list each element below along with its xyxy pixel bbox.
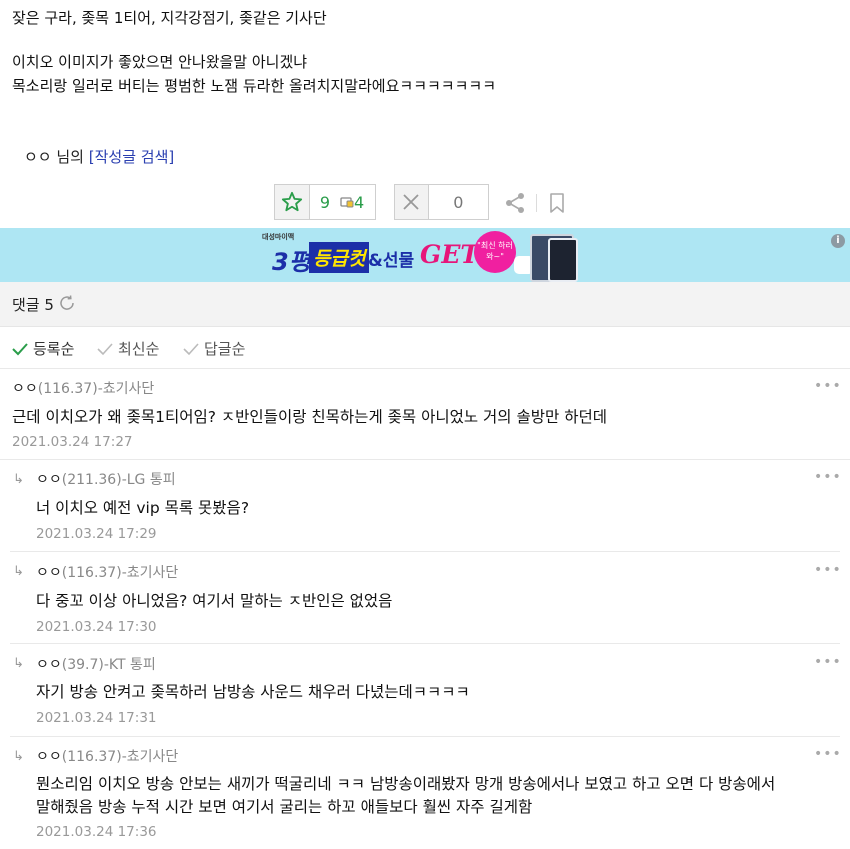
banner-gift: &선물 [368, 251, 415, 271]
downvote-count: 0 [453, 192, 464, 212]
bookmark-icon[interactable] [548, 192, 566, 218]
comment-nick[interactable]: ㅇㅇ [36, 472, 62, 488]
more-icon[interactable]: ••• [814, 654, 842, 670]
check-icon [183, 342, 199, 355]
comment-date: 2021.03.24 17:27 [12, 434, 133, 450]
author-search-link[interactable]: [작성글 검색] [89, 148, 174, 166]
comment-meta: ㅇㅇ(116.37)-쵸기사단 [36, 746, 178, 766]
comment-nick[interactable]: ㅇㅇ [36, 657, 62, 673]
ad-banner[interactable]: 대성마이맥 3평 등급컷 &선물 GET! "최신 하러 와~" i [0, 228, 850, 282]
comment-date: 2021.03.24 17:31 [36, 710, 157, 726]
banner-number: 3평 [272, 248, 311, 276]
reply-arrow-icon: ↳ [13, 472, 24, 487]
divider [10, 643, 840, 644]
divider [0, 368, 850, 369]
check-icon [97, 342, 113, 355]
comment-meta: ㅇㅇ(211.36)-LG 통피 [36, 469, 176, 489]
sort-registered[interactable]: 등록순 [12, 338, 74, 359]
comment-text: 자기 방송 안켜고 좆목하러 남방송 사운드 채우러 다녔는데ㅋㅋㅋㅋ [36, 683, 470, 701]
post-line: 이치오 이미지가 좋았으면 안나왔을말 아니겠냐 [12, 53, 308, 71]
comment-text: 근데 이치오가 왜 좆목1티어임? ㅈ반인들이랑 친목하는게 좆목 아니었노 거… [12, 408, 607, 426]
star-thumb-icon [275, 185, 310, 219]
comment-nick[interactable]: ㅇㅇ [12, 381, 38, 397]
divider [0, 459, 850, 460]
comment-nick[interactable]: ㅇㅇ [36, 749, 62, 765]
upvote-count: 9 [319, 192, 331, 212]
divider [10, 736, 840, 737]
author-line: ㅇㅇ 님의 [작성글 검색] [24, 146, 174, 167]
comment-meta: ㅇㅇ(116.37)-쵸기사단 [12, 378, 154, 398]
banner-grade-cut: 등급컷 [309, 242, 370, 273]
divider [536, 194, 537, 212]
comment-ip: (116.37) [61, 749, 122, 765]
comment-tag: -쵸기사단 [121, 749, 179, 765]
more-icon[interactable]: ••• [814, 469, 842, 485]
post-line: 잦은 구라, 좆목 1티어, 지각강점기, 좆같은 기사단 [12, 9, 327, 27]
mobile-upvote: 4 [340, 193, 372, 212]
more-icon[interactable]: ••• [814, 746, 842, 762]
sort-label: 최신순 [118, 340, 160, 358]
banner-brand: 대성마이맥 [262, 233, 295, 241]
comment-text-line2: 말해줬음 방송 누적 시간 보면 여기서 굴리는 하꼬 애들보다 훨씬 자주 길… [36, 798, 533, 816]
downvote-button[interactable]: 0 [394, 184, 489, 220]
upvote-button[interactable]: 9 4 [274, 184, 376, 220]
x-icon [395, 185, 429, 219]
post-body: 잦은 구라, 좆목 1티어, 지각강점기, 좆같은 기사단 이치오 이미지가 좋… [12, 6, 496, 98]
comment-ip: (116.37) [37, 381, 98, 397]
comment-tag: -쵸기사단 [121, 565, 179, 581]
sort-label: 등록순 [33, 340, 75, 358]
comment-tag: -KT 통피 [103, 657, 156, 673]
comment-count: 댓글 5 [12, 296, 54, 314]
mobile-icon [340, 197, 354, 208]
vote-bar: 9 4 0 [274, 184, 489, 220]
comment-ip: (116.37) [61, 565, 122, 581]
comment-text: 뭔소리임 이치오 방송 안보는 새끼가 떡굴리네 ㅋㅋ 남방송이래봤자 망개 방… [36, 775, 776, 793]
comment-date: 2021.03.24 17:30 [36, 619, 157, 635]
reply-arrow-icon: ↳ [13, 656, 24, 671]
post-line: 목소리랑 일러로 버티는 평범한 노잼 듀라한 올려치지말라에요ㅋㅋㅋㅋㅋㅋㅋ [12, 77, 497, 95]
check-icon [12, 342, 28, 355]
tablet-image [548, 238, 578, 282]
reply-arrow-icon: ↳ [13, 749, 24, 764]
divider [10, 551, 840, 552]
sort-replies[interactable]: 답글순 [183, 338, 245, 359]
sort-latest[interactable]: 최신순 [97, 338, 159, 359]
comments-header: 댓글 5 [0, 282, 850, 327]
comment-text: 다 중꼬 이상 아니었음? 여기서 말하는 ㅈ반인은 없었음 [36, 592, 393, 610]
comment-nick[interactable]: ㅇㅇ [36, 565, 62, 581]
comment-date: 2021.03.24 17:36 [36, 824, 157, 840]
comment-ip: (211.36) [61, 472, 122, 488]
info-icon[interactable]: i [831, 234, 845, 248]
reply-arrow-icon: ↳ [13, 564, 24, 579]
more-icon[interactable]: ••• [814, 378, 842, 394]
comment-date: 2021.03.24 17:29 [36, 526, 157, 542]
mobile-upvote-count: 4 [354, 192, 365, 212]
sort-label: 답글순 [204, 340, 246, 358]
refresh-icon[interactable] [58, 294, 76, 316]
banner-circle-badge: "최신 하러 와~" [474, 231, 516, 273]
comment-tag: -LG 통피 [121, 472, 176, 488]
comment-meta: ㅇㅇ(39.7)-KT 통피 [36, 654, 156, 674]
more-icon[interactable]: ••• [814, 562, 842, 578]
comment-ip: (39.7) [61, 657, 104, 673]
comment-tag: -쵸기사단 [97, 381, 155, 397]
comment-text: 너 이치오 예전 vip 목록 못봤음? [36, 499, 250, 517]
share-icon[interactable] [504, 192, 526, 218]
author-name: ㅇㅇ 님의 [24, 148, 84, 166]
comment-meta: ㅇㅇ(116.37)-쵸기사단 [36, 562, 178, 582]
